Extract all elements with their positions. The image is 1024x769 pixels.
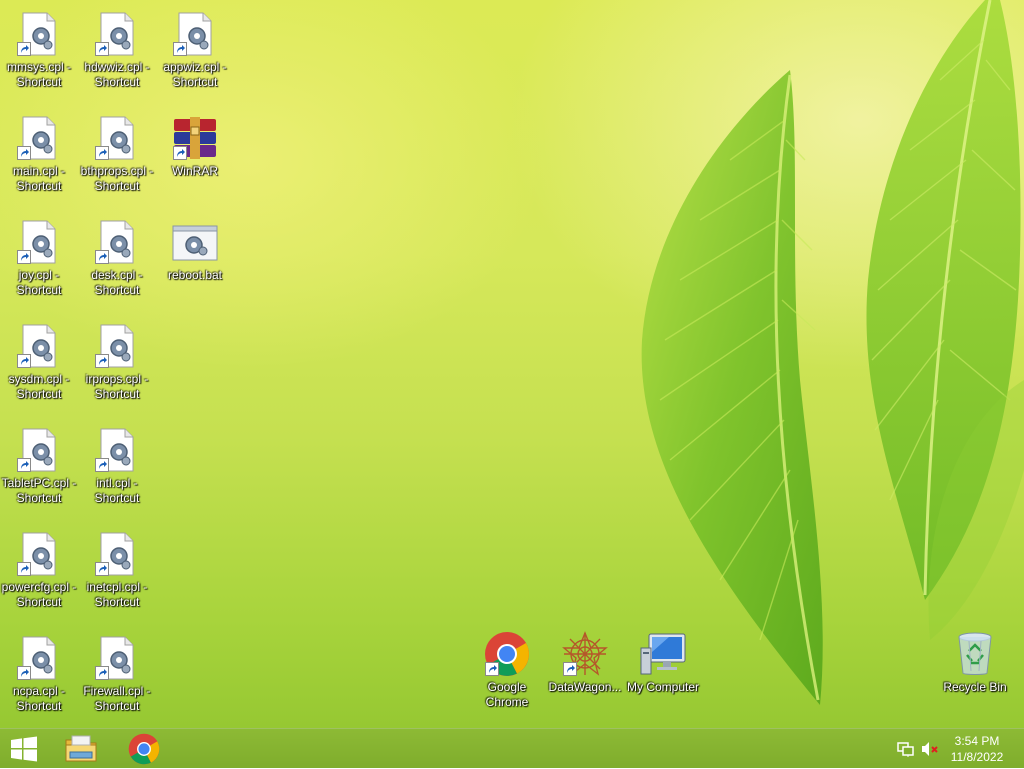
- batch-file-icon: [171, 218, 219, 266]
- shortcut-arrow-icon: [95, 250, 109, 264]
- cpl-file-icon: [15, 10, 63, 58]
- shortcut-arrow-icon: [17, 354, 31, 368]
- shortcut-arrow-icon: [95, 146, 109, 160]
- shortcut-arrow-icon: [95, 666, 109, 680]
- icon-label: My Computer: [626, 680, 700, 694]
- shortcut-arrow-icon: [173, 146, 187, 160]
- desktop-icon-inetcpl-cpl[interactable]: inetcpl.cpl - Shortcut: [78, 530, 156, 610]
- icon-label: hdwwiz.cpl - Shortcut: [84, 60, 150, 89]
- desktop-icon-main-cpl[interactable]: main.cpl - Shortcut: [0, 114, 78, 194]
- desktop[interactable]: mmsys.cpl - Shortcut main.cpl - Shortcut…: [0, 0, 1024, 728]
- icon-label: main.cpl - Shortcut: [12, 164, 65, 193]
- folder-icon: [65, 735, 97, 762]
- volume-muted-icon[interactable]: [921, 741, 939, 757]
- icon-label: desk.cpl - Shortcut: [91, 268, 143, 297]
- shortcut-arrow-icon: [95, 354, 109, 368]
- cpl-file-icon: [15, 634, 63, 682]
- tray-clock[interactable]: 3:54 PM 11/8/2022: [946, 733, 1008, 765]
- start-button[interactable]: [0, 729, 48, 769]
- icon-label: intl.cpl - Shortcut: [94, 476, 140, 505]
- icon-label: bthprops.cpl - Shortcut: [80, 164, 154, 193]
- network-icon[interactable]: [897, 741, 915, 757]
- icon-label: mmsys.cpl - Shortcut: [7, 60, 71, 89]
- desktop-icon-tabletpc-cpl[interactable]: TabletPC.cpl - Shortcut: [0, 426, 78, 506]
- shortcut-arrow-icon: [485, 662, 499, 676]
- icon-label: powercfg.cpl - Shortcut: [1, 580, 77, 609]
- desktop-icon-mmsys-cpl[interactable]: mmsys.cpl - Shortcut: [0, 10, 78, 90]
- taskbar-file-explorer[interactable]: [53, 729, 109, 769]
- taskbar-google-chrome[interactable]: [116, 729, 172, 769]
- icon-label: TabletPC.cpl - Shortcut: [1, 476, 77, 505]
- shortcut-arrow-icon: [95, 458, 109, 472]
- cpl-file-icon: [15, 530, 63, 578]
- desktop-icon-reboot-bat[interactable]: reboot.bat: [156, 218, 234, 283]
- icon-label: irprops.cpl - Shortcut: [85, 372, 149, 401]
- desktop-icon-recycle-bin[interactable]: Recycle Bin: [936, 630, 1014, 695]
- desktop-icon-firewall-cpl[interactable]: Firewall.cpl - Shortcut: [78, 634, 156, 714]
- shortcut-arrow-icon: [17, 146, 31, 160]
- shortcut-arrow-icon: [17, 458, 31, 472]
- computer-icon: [639, 630, 687, 678]
- icon-label: reboot.bat: [167, 268, 223, 282]
- shortcut-arrow-icon: [17, 562, 31, 576]
- cpl-file-icon: [93, 10, 141, 58]
- desktop-icon-winrar[interactable]: WinRAR: [156, 114, 234, 179]
- shortcut-arrow-icon: [95, 562, 109, 576]
- desktop-icon-powercfg-cpl[interactable]: powercfg.cpl - Shortcut: [0, 530, 78, 610]
- icon-label: Firewall.cpl - Shortcut: [83, 684, 151, 713]
- desktop-icon-ncpa-cpl[interactable]: ncpa.cpl - Shortcut: [0, 634, 78, 714]
- datawagon-icon: [561, 630, 609, 678]
- shortcut-arrow-icon: [95, 42, 109, 56]
- desktop-icon-joy-cpl[interactable]: joy.cpl - Shortcut: [0, 218, 78, 298]
- desktop-icon-desk-cpl[interactable]: desk.cpl - Shortcut: [78, 218, 156, 298]
- desktop-icon-sysdm-cpl[interactable]: sysdm.cpl - Shortcut: [0, 322, 78, 402]
- chrome-icon: [483, 630, 531, 678]
- desktop-icon-bthprops-cpl[interactable]: bthprops.cpl - Shortcut: [78, 114, 156, 194]
- clock-date: 11/8/2022: [950, 750, 1004, 764]
- shortcut-arrow-icon: [173, 42, 187, 56]
- cpl-file-icon: [15, 114, 63, 162]
- cpl-file-icon: [15, 322, 63, 370]
- desktop-icon-irprops-cpl[interactable]: irprops.cpl - Shortcut: [78, 322, 156, 402]
- cpl-file-icon: [93, 218, 141, 266]
- cpl-file-icon: [93, 634, 141, 682]
- windows-logo-icon: [11, 736, 37, 762]
- desktop-icon-my-computer[interactable]: My Computer: [624, 630, 702, 695]
- shortcut-arrow-icon: [17, 666, 31, 680]
- icon-label: ncpa.cpl - Shortcut: [12, 684, 66, 713]
- cpl-file-icon: [93, 322, 141, 370]
- recycle-bin-icon: [951, 630, 999, 678]
- icon-label: sysdm.cpl - Shortcut: [8, 372, 70, 401]
- cpl-file-icon: [171, 10, 219, 58]
- clock-time: 3:54 PM: [954, 734, 1000, 748]
- shortcut-arrow-icon: [17, 42, 31, 56]
- icon-label: WinRAR: [171, 164, 218, 178]
- desktop-icon-hdwwiz-cpl[interactable]: hdwwiz.cpl - Shortcut: [78, 10, 156, 90]
- cpl-file-icon: [93, 114, 141, 162]
- icon-label: Recycle Bin: [943, 680, 1007, 694]
- desktop-icon-appwiz-cpl[interactable]: appwiz.cpl - Shortcut: [156, 10, 234, 90]
- cpl-file-icon: [15, 426, 63, 474]
- cpl-file-icon: [15, 218, 63, 266]
- desktop-icon-intl-cpl[interactable]: intl.cpl - Shortcut: [78, 426, 156, 506]
- icon-label: DataWagon...: [548, 680, 622, 694]
- taskbar: 3:54 PM 11/8/2022: [0, 728, 1024, 768]
- desktop-icon-google-chrome[interactable]: Google Chrome: [468, 630, 546, 710]
- chrome-icon: [128, 733, 160, 765]
- shortcut-arrow-icon: [17, 250, 31, 264]
- desktop-icon-datawagon[interactable]: DataWagon...: [546, 630, 624, 695]
- icon-label: inetcpl.cpl - Shortcut: [86, 580, 148, 609]
- icon-label: Google Chrome: [485, 680, 529, 709]
- cpl-file-icon: [93, 426, 141, 474]
- icon-label: appwiz.cpl - Shortcut: [163, 60, 227, 89]
- icon-label: joy.cpl - Shortcut: [16, 268, 62, 297]
- winrar-icon: [171, 114, 219, 162]
- shortcut-arrow-icon: [563, 662, 577, 676]
- cpl-file-icon: [93, 530, 141, 578]
